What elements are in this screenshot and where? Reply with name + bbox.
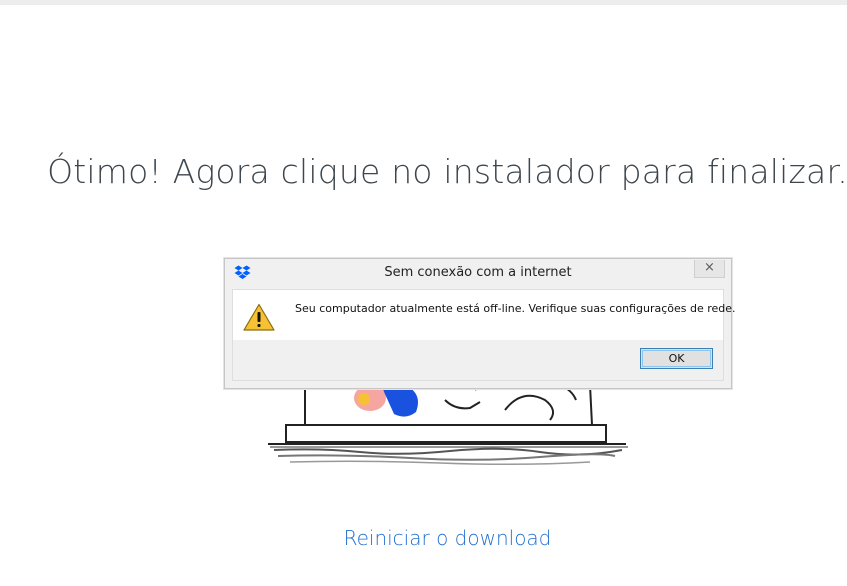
warning-triangle-icon (243, 303, 275, 331)
dialog-titlebar[interactable]: Sem conexão com a internet × (225, 259, 731, 288)
dialog-message: Seu computador atualmente está off-line.… (295, 302, 736, 315)
ok-button[interactable]: OK (640, 348, 713, 369)
dialog-close-button[interactable]: × (694, 260, 725, 278)
page-headline: Ótimo! Agora clique no instalador para f… (47, 152, 847, 191)
installer-illustration (268, 382, 628, 466)
top-strip (0, 0, 847, 5)
dialog-title: Sem conexão com a internet (384, 265, 572, 280)
dialog-body: Seu computador atualmente está off-line.… (232, 289, 736, 381)
offline-dialog: Sem conexão com a internet × Seu computa… (224, 258, 736, 389)
restart-download-link[interactable]: Reiniciar o download (0, 526, 847, 550)
dialog-content: Seu computador atualmente está off-line.… (233, 290, 736, 340)
installer-page: Ótimo! Agora clique no instalador para f… (0, 0, 847, 586)
